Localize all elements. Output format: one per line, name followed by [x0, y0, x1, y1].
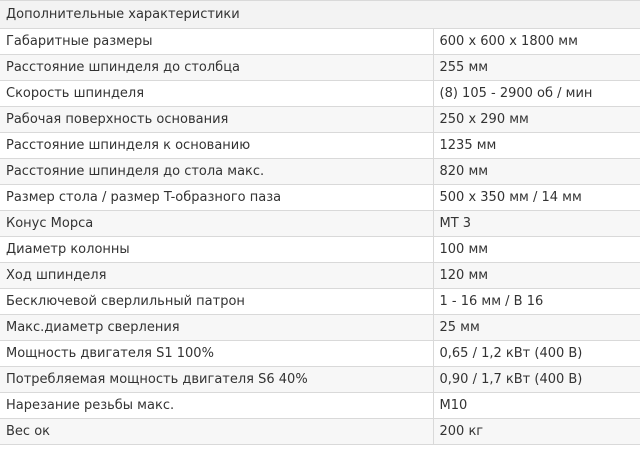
row-value: 500 x 350 мм / 14 мм	[432, 184, 640, 211]
row-label: Мощность двигателя S1 100%	[0, 340, 433, 367]
table-row: Мощность двигателя S1 100% 0,65 / 1,2 кВт…	[0, 340, 640, 367]
table-row: Потребляемая мощность двигателя S6 40% 0,…	[0, 366, 640, 393]
specs-table-header: Дополнительные характеристики	[0, 0, 640, 29]
row-value: 25 мм	[432, 314, 640, 341]
row-value: 255 мм	[432, 54, 640, 81]
row-label: Ход шпинделя	[0, 262, 433, 289]
row-label: Нарезание резьбы макс.	[0, 392, 433, 419]
row-label: Бесключевой сверлильный патрон	[0, 288, 433, 315]
table-row: Бесключевой сверлильный патрон 1 - 16 мм …	[0, 288, 640, 315]
row-value: M10	[432, 392, 640, 419]
table-row: Рабочая поверхность основания 250 x 290 м…	[0, 106, 640, 133]
specs-table: Дополнительные характеристики Габаритные…	[0, 0, 640, 445]
row-value: 200 кг	[432, 418, 640, 445]
row-label: Размер стола / размер T-образного паза	[0, 184, 433, 211]
row-value: 0,65 / 1,2 кВт (400 В)	[432, 340, 640, 367]
row-label: Расстояние шпинделя до столбца	[0, 54, 433, 81]
row-value: 1235 мм	[432, 132, 640, 159]
row-value: 100 мм	[432, 236, 640, 263]
row-value: 600 x 600 x 1800 мм	[432, 28, 640, 55]
table-row: Ход шпинделя 120 мм	[0, 262, 640, 289]
row-value: MT 3	[432, 210, 640, 237]
table-row: Вес ок 200 кг	[0, 418, 640, 445]
specs-heading: Дополнительные характеристики	[0, 0, 640, 29]
row-value: 250 x 290 мм	[432, 106, 640, 133]
table-row: Расстояние шпинделя до стола макс. 820 мм	[0, 158, 640, 185]
table-row: Конус Морса MT 3	[0, 210, 640, 237]
row-value: 820 мм	[432, 158, 640, 185]
table-row: Расстояние шпинделя до столбца 255 мм	[0, 54, 640, 81]
row-label: Диаметр колонны	[0, 236, 433, 263]
table-row: Габаритные размеры 600 x 600 x 1800 мм	[0, 28, 640, 55]
table-row: Скорость шпинделя (8) 105 - 2900 об / мин	[0, 80, 640, 107]
row-label: Макс.диаметр сверления	[0, 314, 433, 341]
table-row: Диаметр колонны 100 мм	[0, 236, 640, 263]
row-value: 1 - 16 мм / B 16	[432, 288, 640, 315]
row-value: (8) 105 - 2900 об / мин	[432, 80, 640, 107]
row-label: Габаритные размеры	[0, 28, 433, 55]
row-label: Рабочая поверхность основания	[0, 106, 433, 133]
row-value: 120 мм	[432, 262, 640, 289]
table-row: Размер стола / размер T-образного паза 50…	[0, 184, 640, 211]
row-label: Скорость шпинделя	[0, 80, 433, 107]
table-row: Расстояние шпинделя к основанию 1235 мм	[0, 132, 640, 159]
row-label: Конус Морса	[0, 210, 433, 237]
row-label: Вес ок	[0, 418, 433, 445]
row-label: Расстояние шпинделя к основанию	[0, 132, 433, 159]
row-label: Расстояние шпинделя до стола макс.	[0, 158, 433, 185]
row-label: Потребляемая мощность двигателя S6 40%	[0, 366, 433, 393]
table-row: Нарезание резьбы макс. M10	[0, 392, 640, 419]
specs-table-body: Дополнительные характеристики Габаритные…	[0, 0, 640, 445]
table-row: Макс.диаметр сверления 25 мм	[0, 314, 640, 341]
row-value: 0,90 / 1,7 кВт (400 В)	[432, 366, 640, 393]
